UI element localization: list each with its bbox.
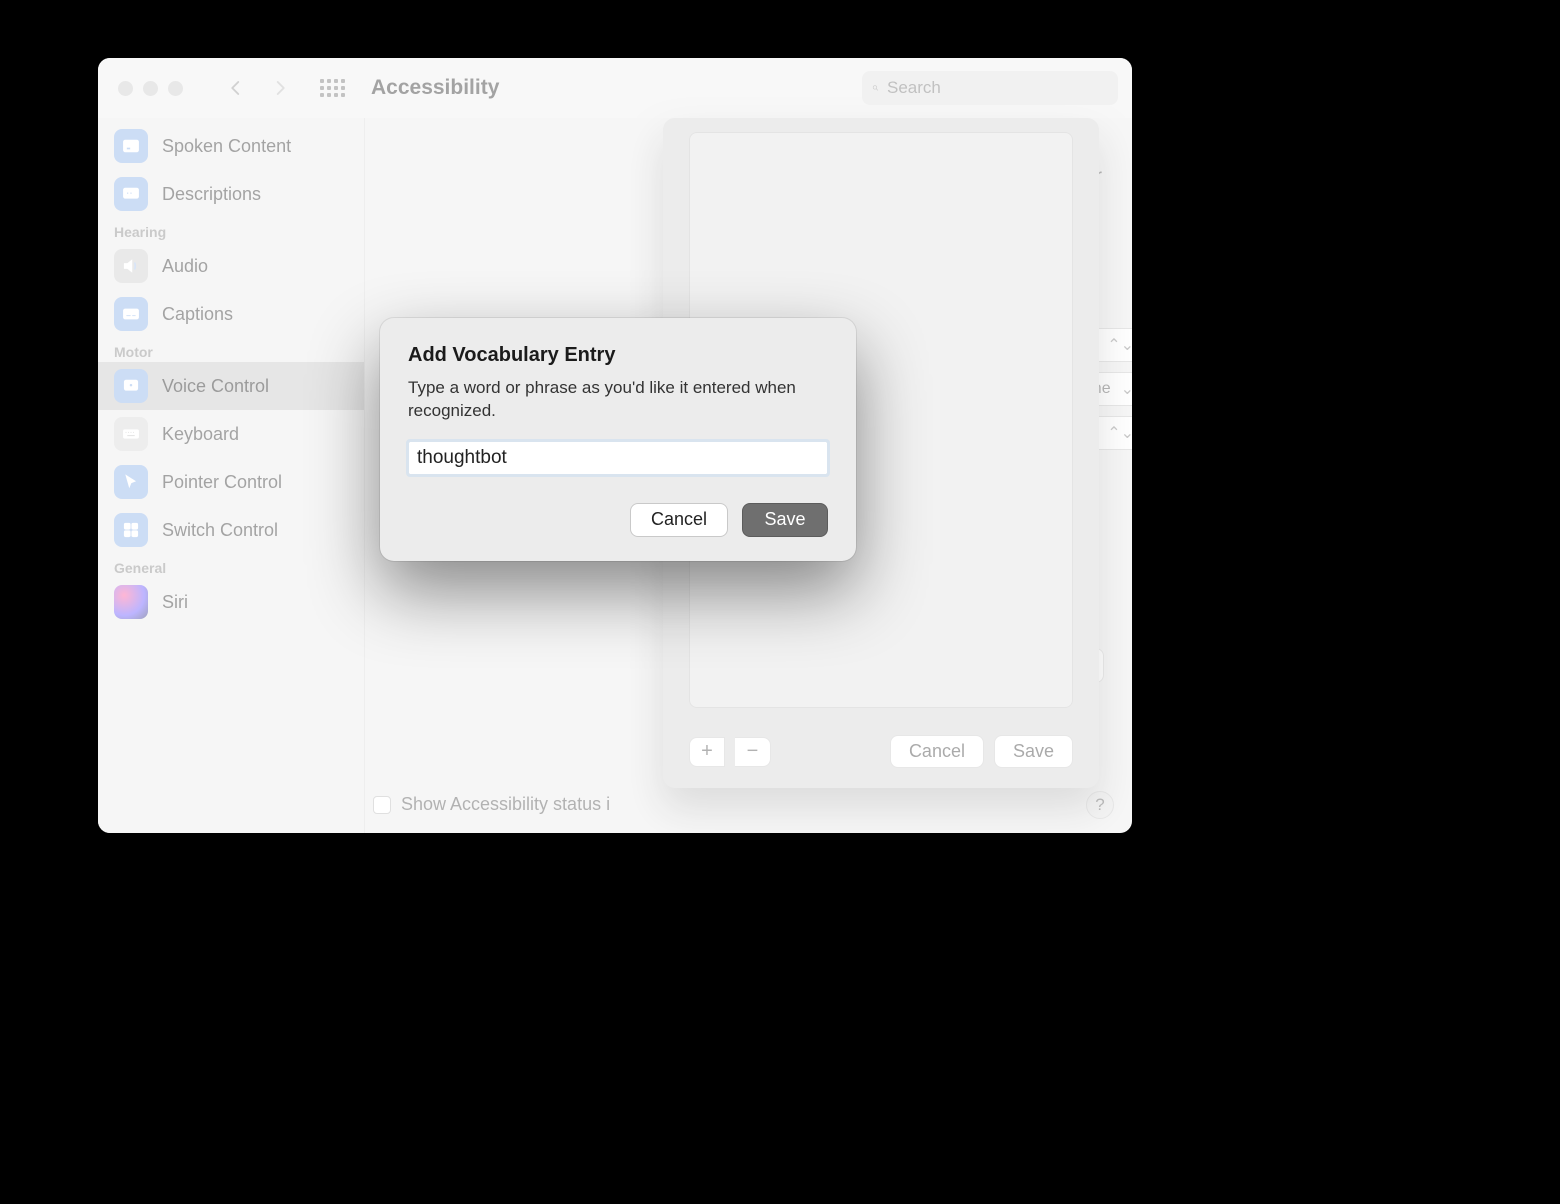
add-vocabulary-dialog: Add Vocabulary Entry Type a word or phra…	[380, 318, 856, 561]
vocabulary-input[interactable]	[408, 441, 828, 475]
dialog-description: Type a word or phrase as you'd like it e…	[408, 377, 828, 423]
cancel-button[interactable]: Cancel	[630, 503, 728, 537]
dialog-title: Add Vocabulary Entry	[408, 344, 828, 367]
save-button[interactable]: Save	[742, 503, 828, 537]
